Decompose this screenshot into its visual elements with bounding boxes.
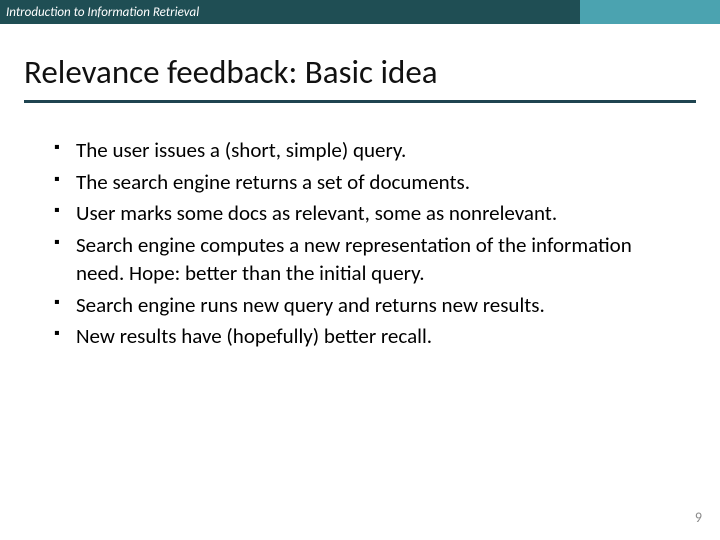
- course-title: Introduction to Information Retrieval: [6, 5, 199, 20]
- header-bar: Introduction to Information Retrieval: [0, 0, 720, 24]
- list-item: The user issues a (short, simple) query.: [54, 137, 676, 165]
- page-number: 9: [695, 509, 702, 526]
- title-container: Relevance feedback: Basic idea: [0, 24, 720, 103]
- slide-body: The user issues a (short, simple) query.…: [0, 103, 720, 351]
- list-item: New results have (hopefully) better reca…: [54, 323, 676, 351]
- slide: Introduction to Information Retrieval Re…: [0, 0, 720, 540]
- list-item: Search engine runs new query and returns…: [54, 292, 676, 320]
- header-bar-dark: Introduction to Information Retrieval: [0, 0, 580, 24]
- list-item: Search engine computes a new representat…: [54, 232, 676, 287]
- header-bar-accent: [580, 0, 720, 24]
- bullet-list: The user issues a (short, simple) query.…: [54, 137, 676, 351]
- slide-title: Relevance feedback: Basic idea: [24, 52, 696, 103]
- list-item: User marks some docs as relevant, some a…: [54, 200, 676, 228]
- list-item: The search engine returns a set of docum…: [54, 169, 676, 197]
